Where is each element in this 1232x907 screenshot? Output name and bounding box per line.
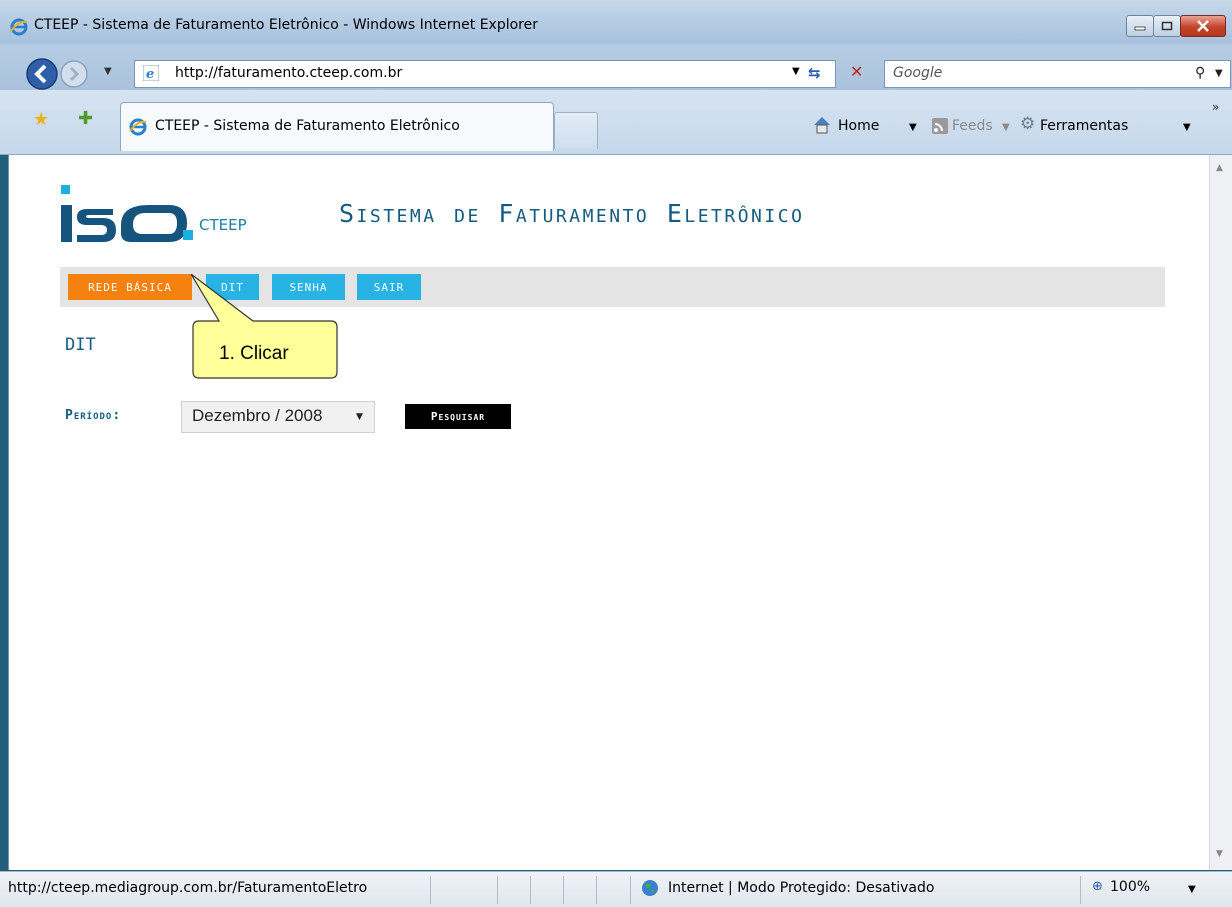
home-dropdown-icon[interactable]: ▼ (909, 122, 917, 133)
status-separator (530, 876, 531, 904)
back-icon[interactable] (26, 58, 58, 90)
pesquisar-button[interactable]: Pesquisar (405, 404, 511, 429)
address-dropdown-icon[interactable]: ▼ (792, 66, 800, 77)
status-separator (1080, 876, 1081, 904)
home-button[interactable]: Home (838, 118, 879, 134)
section-title: DIT (65, 335, 96, 355)
more-commands-icon[interactable]: » (1212, 100, 1219, 114)
search-icon[interactable]: ⚲ (1195, 65, 1205, 81)
zoom-dropdown-icon[interactable]: ▼ (1188, 884, 1196, 895)
zoom-level[interactable]: 100% (1110, 879, 1150, 895)
menu-sair[interactable]: SAIR (357, 274, 421, 300)
status-separator (497, 876, 498, 904)
vertical-scrollbar[interactable]: ▲ ▼ (1209, 155, 1232, 870)
search-placeholder: Google (893, 65, 943, 81)
minimize-icon (1134, 26, 1146, 31)
close-icon (1197, 20, 1209, 32)
browser-window: CTEEP - Sistema de Faturamento Eletrônic… (0, 0, 1232, 907)
internet-globe-icon (642, 880, 658, 896)
svg-text:e: e (146, 67, 154, 81)
status-zone[interactable]: Internet | Modo Protegido: Desativado (668, 880, 934, 896)
refresh-icon[interactable]: ⇆ (808, 64, 821, 82)
tools-dropdown-icon[interactable]: ▼ (1183, 122, 1191, 133)
recent-pages-dropdown-icon[interactable]: ▼ (104, 66, 112, 77)
menu-rede-basica[interactable]: REDE BÁSICA (68, 274, 192, 300)
window-title: CTEEP - Sistema de Faturamento Eletrônic… (34, 17, 538, 33)
tools-button[interactable]: Ferramentas (1040, 118, 1128, 134)
periodo-select[interactable]: Dezembro / 2008 ▼ (181, 401, 375, 433)
periodo-label: Período: (65, 408, 122, 423)
home-icon[interactable] (812, 115, 832, 135)
status-separator (563, 876, 564, 904)
feeds-dropdown-icon[interactable]: ▼ (1002, 122, 1010, 133)
zoom-icon[interactable]: ⊕ (1092, 879, 1103, 894)
status-separator (430, 876, 431, 904)
tab-label: CTEEP - Sistema de Faturamento Eletrônic… (155, 118, 460, 134)
add-favorite-icon[interactable]: ✚ (78, 108, 93, 129)
callout-text: 1. Clicar (219, 343, 289, 364)
ie-logo-icon (10, 18, 28, 36)
search-field[interactable]: Google ⚲ ▼ (884, 60, 1231, 88)
page-title: Sistema de Faturamento Eletrônico (339, 199, 805, 228)
logo-subtext: CTEEP (199, 216, 247, 234)
stop-icon[interactable]: ✕ (850, 62, 863, 81)
search-options-icon[interactable]: ▼ (1215, 68, 1223, 79)
address-url: http://faturamento.cteep.com.br (175, 65, 403, 81)
tab-current[interactable]: CTEEP - Sistema de Faturamento Eletrônic… (120, 102, 554, 151)
minimize-button[interactable] (1126, 15, 1154, 37)
feeds-icon[interactable] (932, 118, 948, 134)
favorites-star-icon[interactable]: ★ (33, 109, 49, 130)
isa-logo (61, 185, 193, 242)
maximize-icon (1161, 21, 1173, 31)
scroll-up-icon[interactable]: ▲ (1216, 163, 1223, 173)
new-tab-button[interactable] (554, 112, 598, 149)
page-content: CTEEP Sistema de Faturamento Eletrônico … (8, 155, 1209, 870)
status-separator (630, 876, 631, 904)
maximize-button[interactable] (1153, 15, 1181, 37)
feeds-button[interactable]: Feeds (952, 118, 993, 134)
status-separator (596, 876, 597, 904)
address-field[interactable]: e http://faturamento.cteep.com.br (134, 60, 836, 88)
forward-icon[interactable] (60, 60, 88, 88)
callout-bubble (191, 274, 338, 379)
scroll-down-icon[interactable]: ▼ (1216, 849, 1223, 859)
periodo-select-value: Dezembro / 2008 (192, 406, 323, 425)
page-ie-icon: e (143, 65, 159, 81)
tab-ie-icon (129, 118, 147, 136)
tools-gear-icon[interactable]: ⚙ (1020, 114, 1035, 134)
status-url: http://cteep.mediagroup.com.br/Faturamen… (8, 880, 368, 896)
chevron-down-icon: ▼ (356, 412, 363, 422)
close-button[interactable] (1180, 15, 1226, 37)
